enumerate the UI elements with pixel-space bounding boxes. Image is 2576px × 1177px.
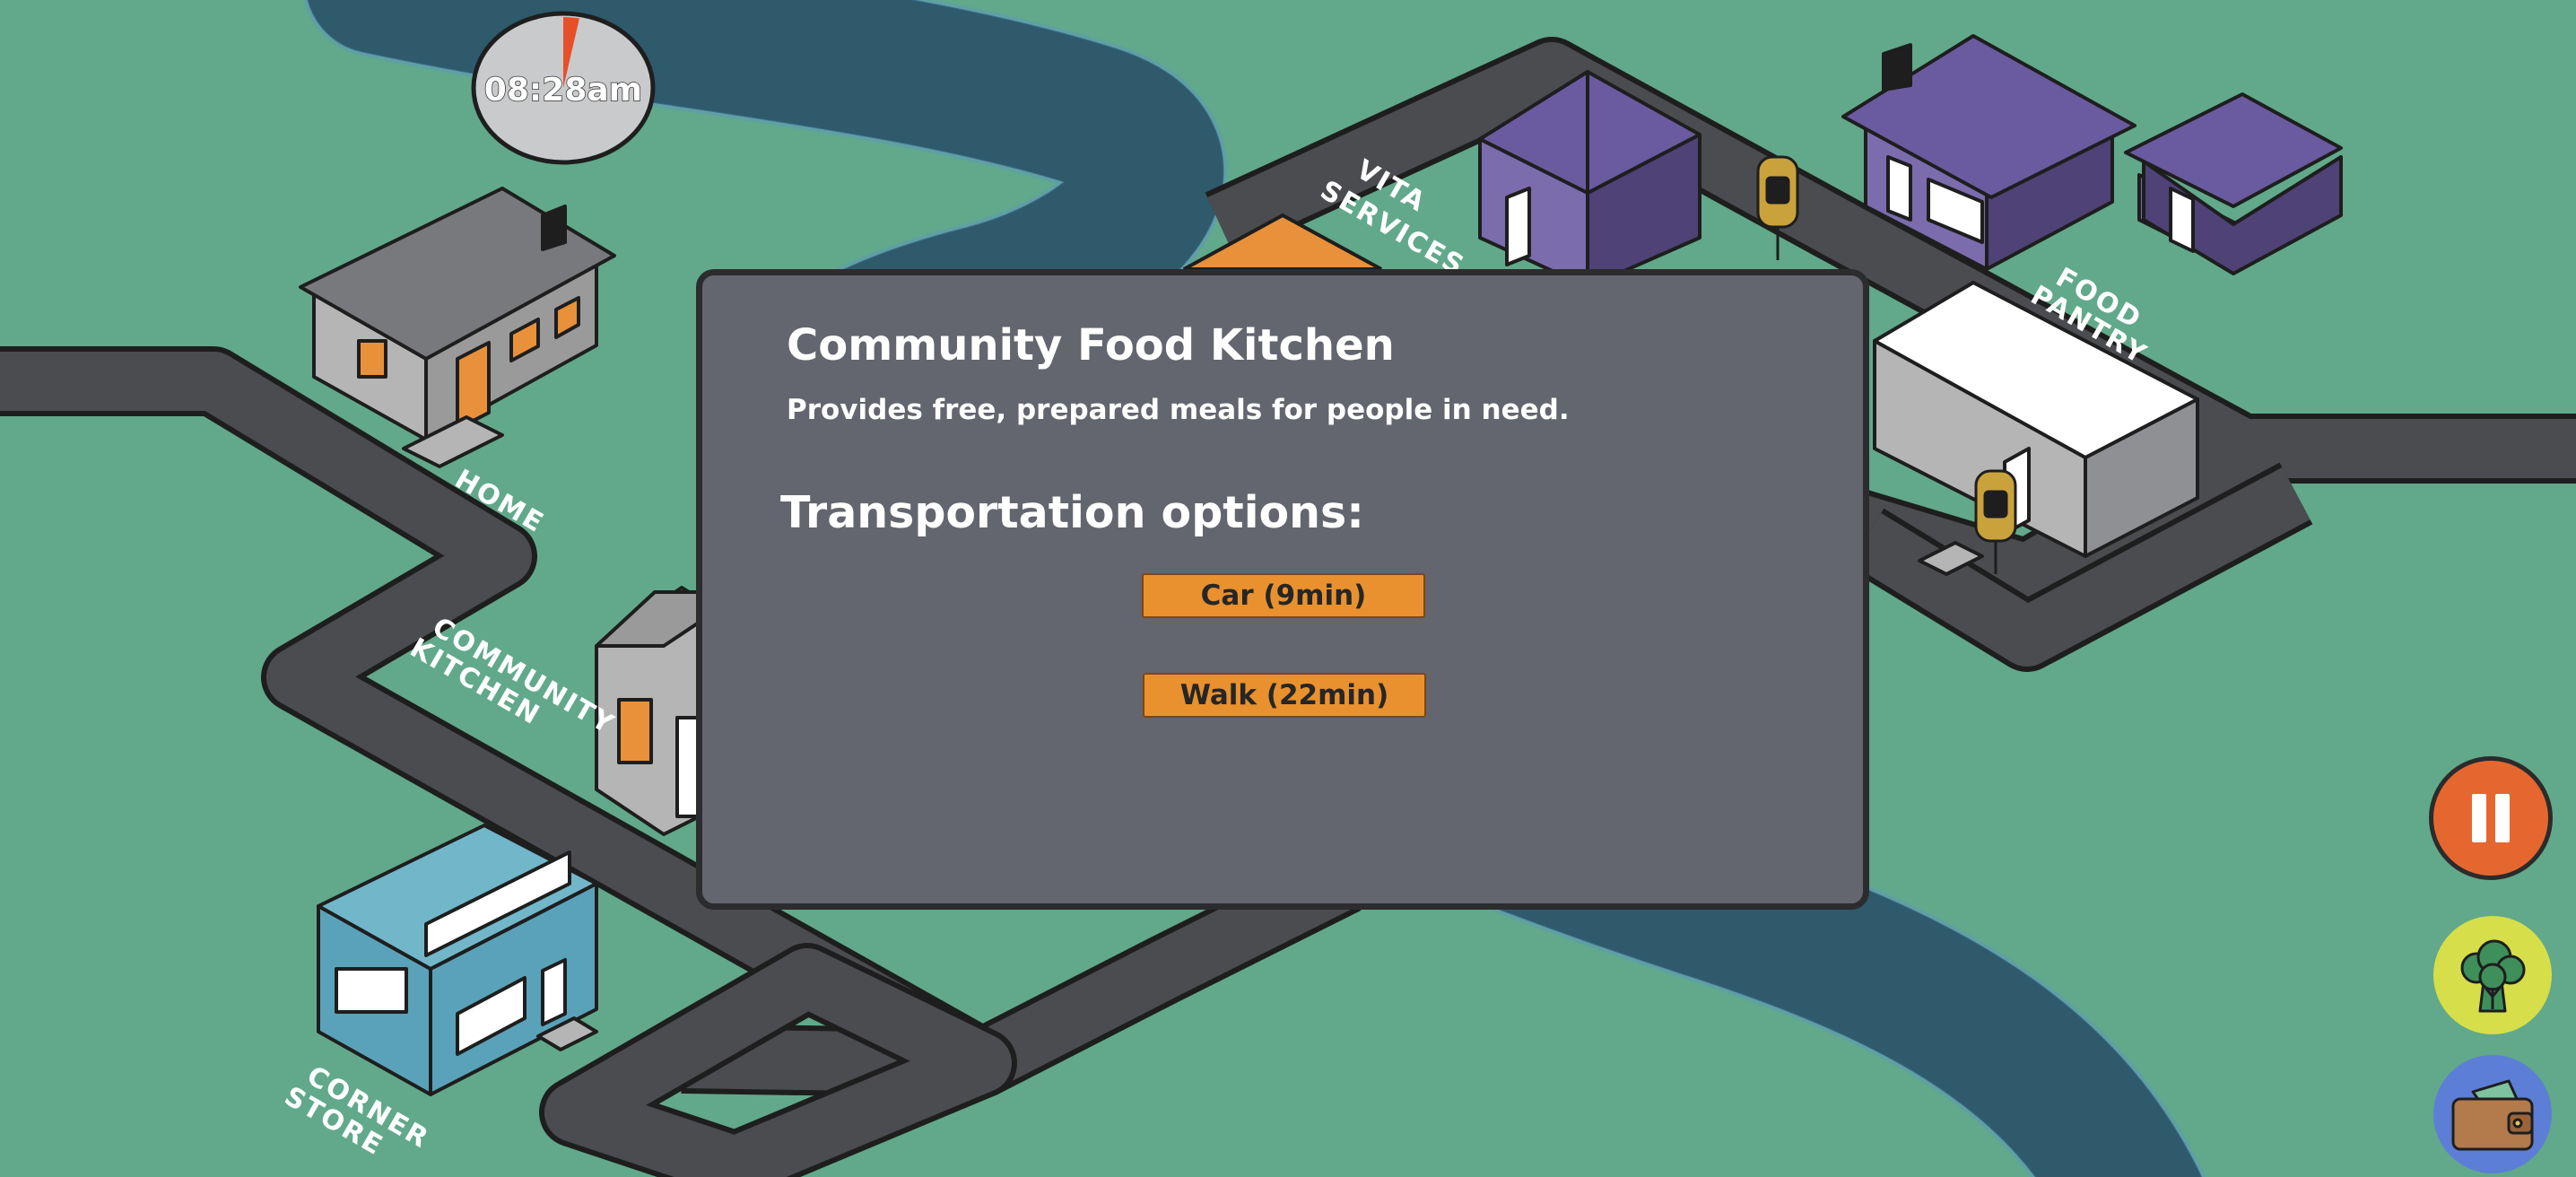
food-button[interactable] [2433,916,2552,1034]
walk-option-button[interactable]: Walk (22min) [1143,673,1426,718]
dialog-title: Community Food Kitchen [787,320,1395,371]
location-dialog: Community Food Kitchen Provides free, pr… [696,269,1869,910]
clock: 08:28am [471,11,656,165]
wallet-button[interactable] [2433,1055,2552,1173]
pause-icon [2472,794,2510,842]
wallet-icon [2451,1079,2534,1151]
broccoli-icon [2460,939,2526,1013]
dialog-description: Provides free, prepared meals for people… [787,394,1570,426]
clock-time: 08:28am [484,72,642,109]
transportation-heading: Transportation options: [780,487,1364,538]
car-option-button[interactable]: Car (9min) [1142,573,1425,618]
pause-button[interactable] [2429,756,2553,880]
